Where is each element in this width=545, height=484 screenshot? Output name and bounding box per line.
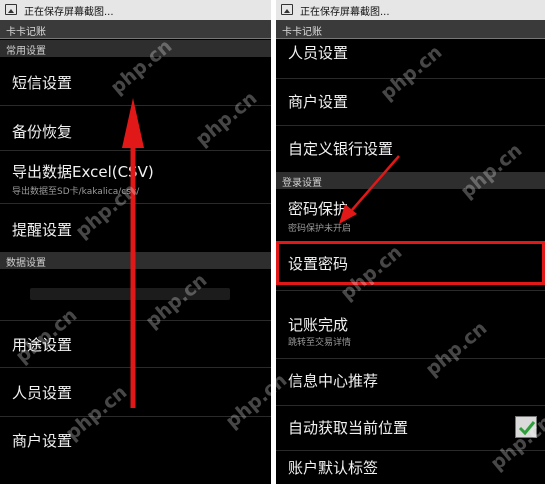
annotation-arrows <box>122 98 400 408</box>
pointer-arrow-shaft <box>351 155 400 211</box>
scroll-up-arrow-head <box>122 98 144 148</box>
